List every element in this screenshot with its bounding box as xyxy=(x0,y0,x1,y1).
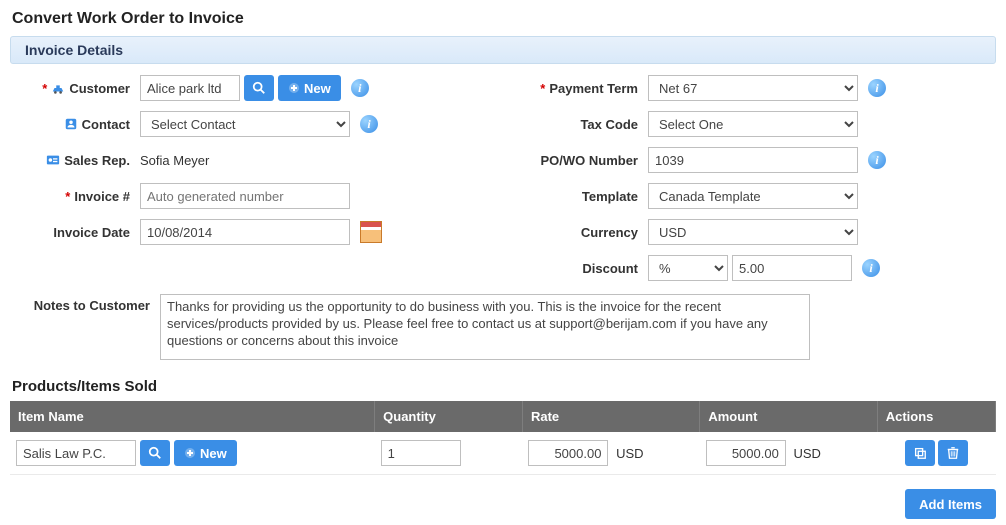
amount-input[interactable] xyxy=(706,440,786,466)
col-actions: Actions xyxy=(877,401,995,432)
contact-select[interactable]: Select Contact xyxy=(140,111,350,137)
page-title: Convert Work Order to Invoice xyxy=(12,10,996,28)
row-duplicate-button[interactable] xyxy=(905,440,935,466)
paymentterm-label: Payment Term xyxy=(549,81,638,96)
rate-unit: USD xyxy=(616,446,643,461)
invoicedate-label: Invoice Date xyxy=(53,225,130,240)
row-delete-button[interactable] xyxy=(938,440,968,466)
new-label: New xyxy=(304,81,331,96)
customer-label: Customer xyxy=(69,81,130,96)
template-select[interactable]: Canada Template xyxy=(648,183,858,209)
rate-input[interactable] xyxy=(528,440,608,466)
items-table: Item Name Quantity Rate Amount Actions xyxy=(10,401,996,475)
invoice-details-header: Invoice Details xyxy=(10,36,996,64)
item-new-button[interactable]: New xyxy=(174,440,237,466)
info-icon[interactable]: i xyxy=(868,79,886,97)
salesrep-icon xyxy=(46,153,60,167)
notes-textarea[interactable] xyxy=(160,294,810,360)
invoiceno-input[interactable] xyxy=(140,183,350,209)
contact-icon xyxy=(64,117,78,131)
discount-label: Discount xyxy=(582,261,638,276)
search-icon xyxy=(148,446,162,460)
invoicedate-input[interactable] xyxy=(140,219,350,245)
plus-icon xyxy=(184,447,196,459)
calendar-icon[interactable] xyxy=(360,221,382,243)
trash-icon xyxy=(946,446,960,460)
info-icon[interactable]: i xyxy=(862,259,880,277)
col-item: Item Name xyxy=(10,401,375,432)
invoiceno-label: Invoice # xyxy=(74,189,130,204)
search-icon xyxy=(252,81,266,95)
salesrep-value: Sofia Meyer xyxy=(140,153,209,168)
notes-label: Notes to Customer xyxy=(34,298,150,313)
amount-unit: USD xyxy=(793,446,820,461)
col-amount: Amount xyxy=(700,401,877,432)
info-icon[interactable]: i xyxy=(868,151,886,169)
currency-select[interactable]: USD xyxy=(648,219,858,245)
template-label: Template xyxy=(582,189,638,204)
new-label: New xyxy=(200,446,227,461)
table-row: New USD USD xyxy=(10,432,996,475)
paymentterm-select[interactable]: Net 67 xyxy=(648,75,858,101)
info-icon[interactable]: i xyxy=(351,79,369,97)
customer-input[interactable] xyxy=(140,75,240,101)
powo-label: PO/WO Number xyxy=(540,153,638,168)
powo-input[interactable] xyxy=(648,147,858,173)
discount-type-select[interactable]: % xyxy=(648,255,728,281)
required-mark: * xyxy=(540,81,545,96)
customer-new-button[interactable]: New xyxy=(278,75,341,101)
left-column: * Customer New i xyxy=(10,74,488,290)
plus-icon xyxy=(288,82,300,94)
taxcode-select[interactable]: Select One xyxy=(648,111,858,137)
duplicate-icon xyxy=(913,446,927,460)
required-mark: * xyxy=(42,81,47,96)
col-rate: Rate xyxy=(522,401,699,432)
contact-label: Contact xyxy=(82,117,130,132)
item-name-input[interactable] xyxy=(16,440,136,466)
required-mark: * xyxy=(65,189,70,204)
currency-label: Currency xyxy=(581,225,638,240)
discount-value-input[interactable] xyxy=(732,255,852,281)
products-section-title: Products/Items Sold xyxy=(12,378,996,395)
item-search-button[interactable] xyxy=(140,440,170,466)
add-items-button[interactable]: Add Items xyxy=(905,489,996,519)
salesrep-label: Sales Rep. xyxy=(64,153,130,168)
customer-search-button[interactable] xyxy=(244,75,274,101)
customer-icon xyxy=(51,81,65,95)
info-icon[interactable]: i xyxy=(360,115,378,133)
taxcode-label: Tax Code xyxy=(580,117,638,132)
col-qty: Quantity xyxy=(375,401,523,432)
right-column: * Payment Term Net 67 i Tax Code Select … xyxy=(518,74,996,290)
qty-input[interactable] xyxy=(381,440,461,466)
